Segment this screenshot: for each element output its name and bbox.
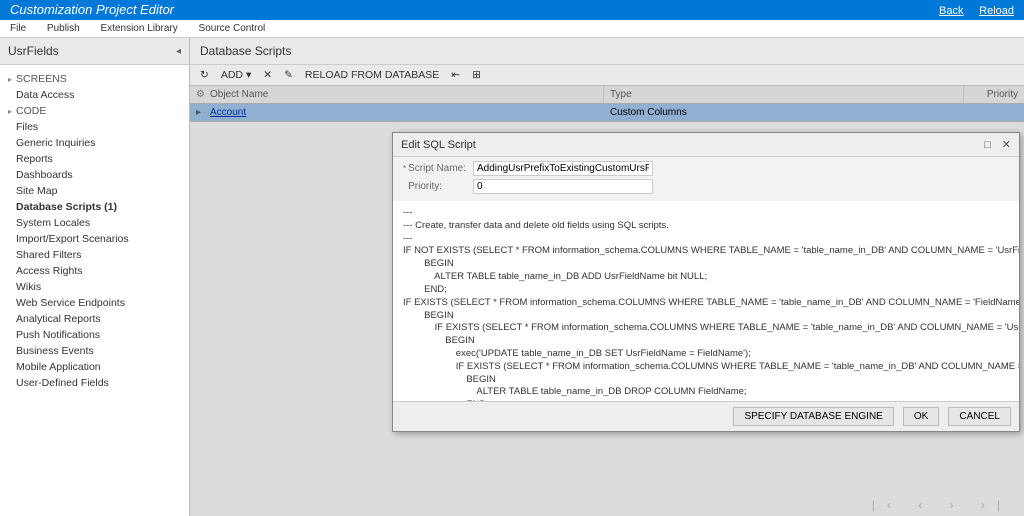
sidebar-item-reports[interactable]: Reports [0, 151, 189, 167]
menu-bar: File Publish Extension Library Source Co… [0, 20, 1024, 38]
sidebar-item-screens[interactable]: SCREENS [0, 71, 189, 87]
col-object-name[interactable]: Object Name [204, 86, 604, 103]
menu-extension-library[interactable]: Extension Library [101, 23, 178, 34]
cell-type: Custom Columns [604, 104, 964, 121]
script-name-label: Script Name: [403, 163, 473, 174]
dialog-title-text: Edit SQL Script [401, 139, 476, 151]
sidebar-item-code[interactable]: CODE [0, 103, 189, 119]
sql-script-textarea[interactable]: --- --- Create, transfer data and delete… [393, 201, 1019, 401]
sidebar-item-data-access[interactable]: Data Access [0, 87, 189, 103]
table-row[interactable]: ▸ Account Custom Columns [190, 104, 1024, 122]
specify-db-engine-button[interactable]: SPECIFY DATABASE ENGINE [733, 407, 893, 426]
sidebar-item-user-defined-fields[interactable]: User-Defined Fields [0, 375, 189, 391]
app-title: Customization Project Editor [10, 0, 174, 20]
menu-file[interactable]: File [10, 23, 26, 34]
menu-source-control[interactable]: Source Control [199, 23, 266, 34]
sidebar-item-push-notifications[interactable]: Push Notifications [0, 327, 189, 343]
priority-input[interactable] [473, 179, 653, 194]
nav-tree: SCREENSData AccessCODEFilesGeneric Inqui… [0, 65, 189, 397]
grid-header: ⚙ Object Name Type Priority [190, 86, 1024, 104]
project-name: UsrFields [8, 44, 59, 58]
fit-columns-button[interactable]: ⇤ [451, 69, 460, 81]
sidebar-item-web-service-endpoints[interactable]: Web Service Endpoints [0, 295, 189, 311]
app-header: Customization Project Editor Back Reload [0, 0, 1024, 20]
menu-publish[interactable]: Publish [47, 23, 80, 34]
sidebar-item-dashboards[interactable]: Dashboards [0, 167, 189, 183]
object-link[interactable]: Account [210, 107, 246, 118]
sidebar: UsrFields ◂ SCREENSData AccessCODEFilesG… [0, 38, 190, 516]
sidebar-item-wikis[interactable]: Wikis [0, 279, 189, 295]
sidebar-header: UsrFields ◂ [0, 38, 189, 65]
refresh-button[interactable]: ↻ [200, 69, 209, 81]
sidebar-item-analytical-reports[interactable]: Analytical Reports [0, 311, 189, 327]
sidebar-item-site-map[interactable]: Site Map [0, 183, 189, 199]
reload-from-db-button[interactable]: RELOAD FROM DATABASE [305, 69, 439, 81]
col-priority[interactable]: Priority [964, 86, 1024, 103]
sidebar-item-files[interactable]: Files [0, 119, 189, 135]
dialog-titlebar[interactable]: Edit SQL Script □ ✕ [393, 133, 1019, 157]
row-selector-icon[interactable]: ▸ [190, 104, 204, 121]
delete-button[interactable]: ✕ [263, 69, 272, 81]
sidebar-item-import-export-scenarios[interactable]: Import/Export Scenarios [0, 231, 189, 247]
cancel-button[interactable]: CANCEL [948, 407, 1011, 426]
close-icon[interactable]: ✕ [1002, 139, 1011, 151]
reload-link[interactable]: Reload [979, 5, 1014, 17]
collapse-sidebar-icon[interactable]: ◂ [176, 46, 181, 57]
sidebar-item-system-locales[interactable]: System Locales [0, 215, 189, 231]
content-title: Database Scripts [190, 38, 1024, 65]
sidebar-item-mobile-application[interactable]: Mobile Application [0, 359, 189, 375]
sidebar-item-access-rights[interactable]: Access Rights [0, 263, 189, 279]
add-button[interactable]: ADD ▾ [221, 69, 251, 81]
grid-settings-icon[interactable]: ⚙ [190, 86, 204, 103]
toolbar: ↻ ADD ▾ ✕ ✎ RELOAD FROM DATABASE ⇤ ⊞ [190, 65, 1024, 86]
sidebar-item-shared-filters[interactable]: Shared Filters [0, 247, 189, 263]
edit-button[interactable]: ✎ [284, 69, 293, 81]
priority-label: Priority: [403, 181, 473, 192]
export-button[interactable]: ⊞ [472, 69, 481, 81]
grid-pager[interactable]: |‹ ‹ › ›| [872, 498, 1012, 512]
maximize-icon[interactable]: □ [984, 139, 991, 151]
sidebar-item-generic-inquiries[interactable]: Generic Inquiries [0, 135, 189, 151]
col-type[interactable]: Type [604, 86, 964, 103]
edit-sql-script-dialog: Edit SQL Script □ ✕ Script Name: Priorit… [392, 132, 1020, 432]
ok-button[interactable]: OK [903, 407, 939, 426]
sidebar-item-business-events[interactable]: Business Events [0, 343, 189, 359]
back-link[interactable]: Back [939, 5, 963, 17]
cell-priority [964, 104, 1024, 121]
sidebar-item-database-scripts-1-[interactable]: Database Scripts (1) [0, 199, 189, 215]
script-name-input[interactable] [473, 161, 653, 176]
